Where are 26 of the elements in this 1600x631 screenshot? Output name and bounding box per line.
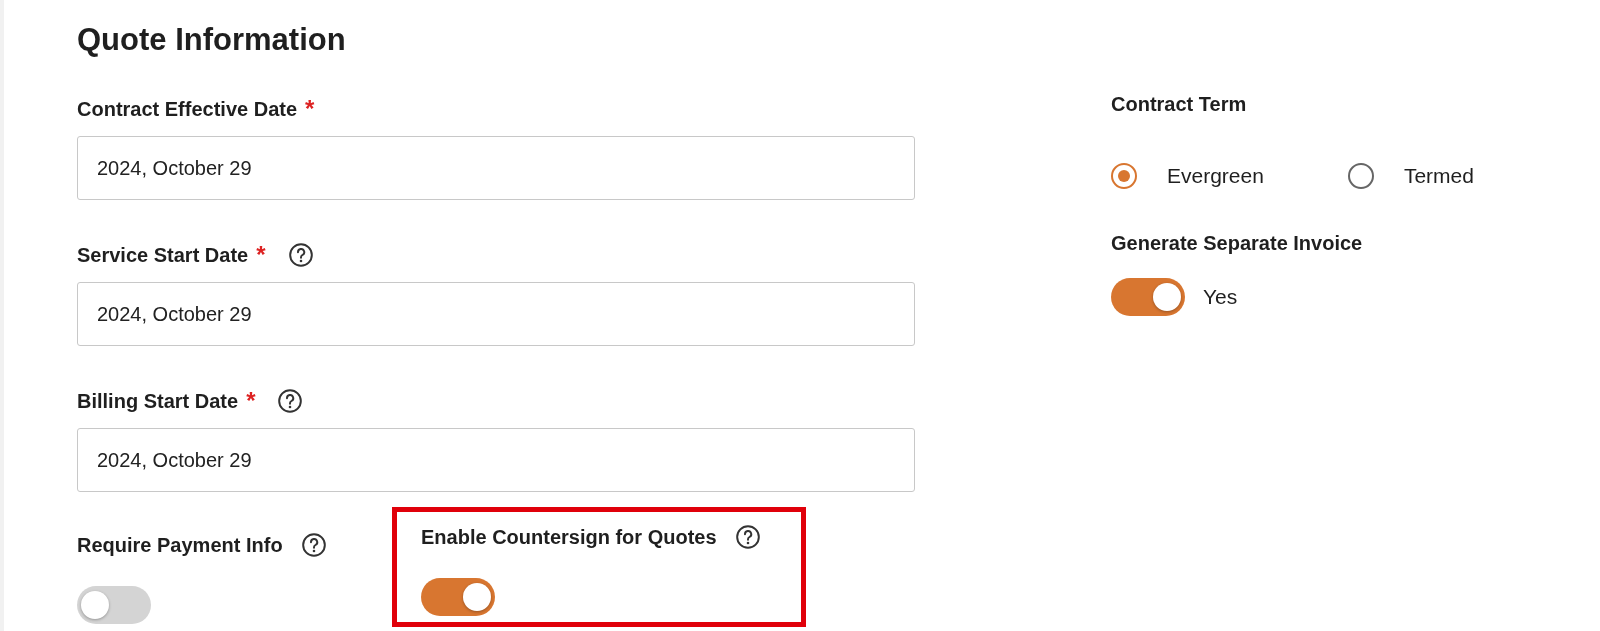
- toggle-switch[interactable]: [421, 578, 495, 616]
- field-label: Require Payment Info: [77, 533, 283, 557]
- date-field[interactable]: 2024, October 29: [77, 136, 915, 200]
- help-icon[interactable]: [734, 524, 761, 550]
- radio-button[interactable]: [1111, 163, 1137, 189]
- radio-label: Evergreen: [1167, 164, 1264, 188]
- field-label: Generate Separate Invoice: [1111, 232, 1364, 256]
- field-label: Contract Effective Date: [77, 97, 298, 121]
- required-mark: *: [305, 95, 315, 123]
- radio-label: Termed: [1403, 164, 1474, 188]
- help-icon[interactable]: [277, 388, 304, 414]
- toggle-label: Yes: [1203, 285, 1238, 309]
- date-field[interactable]: 2024, October 29: [77, 282, 915, 346]
- required-mark: *: [246, 387, 256, 415]
- date-field[interactable]: 2024, October 29: [77, 428, 915, 492]
- section-title: Quote Information: [77, 22, 347, 59]
- field-label: Contract Term: [1111, 93, 1248, 117]
- field-label: Service Start Date: [77, 243, 249, 267]
- help-icon[interactable]: [287, 242, 314, 268]
- field-label: Billing Start Date: [77, 389, 239, 413]
- help-icon[interactable]: [300, 532, 327, 558]
- radio-button[interactable]: [1347, 163, 1374, 189]
- required-mark: *: [256, 241, 266, 269]
- toggle-switch[interactable]: [1111, 278, 1185, 316]
- toggle-switch[interactable]: [77, 586, 151, 624]
- field-label: Enable Countersign for Quotes: [421, 525, 717, 549]
